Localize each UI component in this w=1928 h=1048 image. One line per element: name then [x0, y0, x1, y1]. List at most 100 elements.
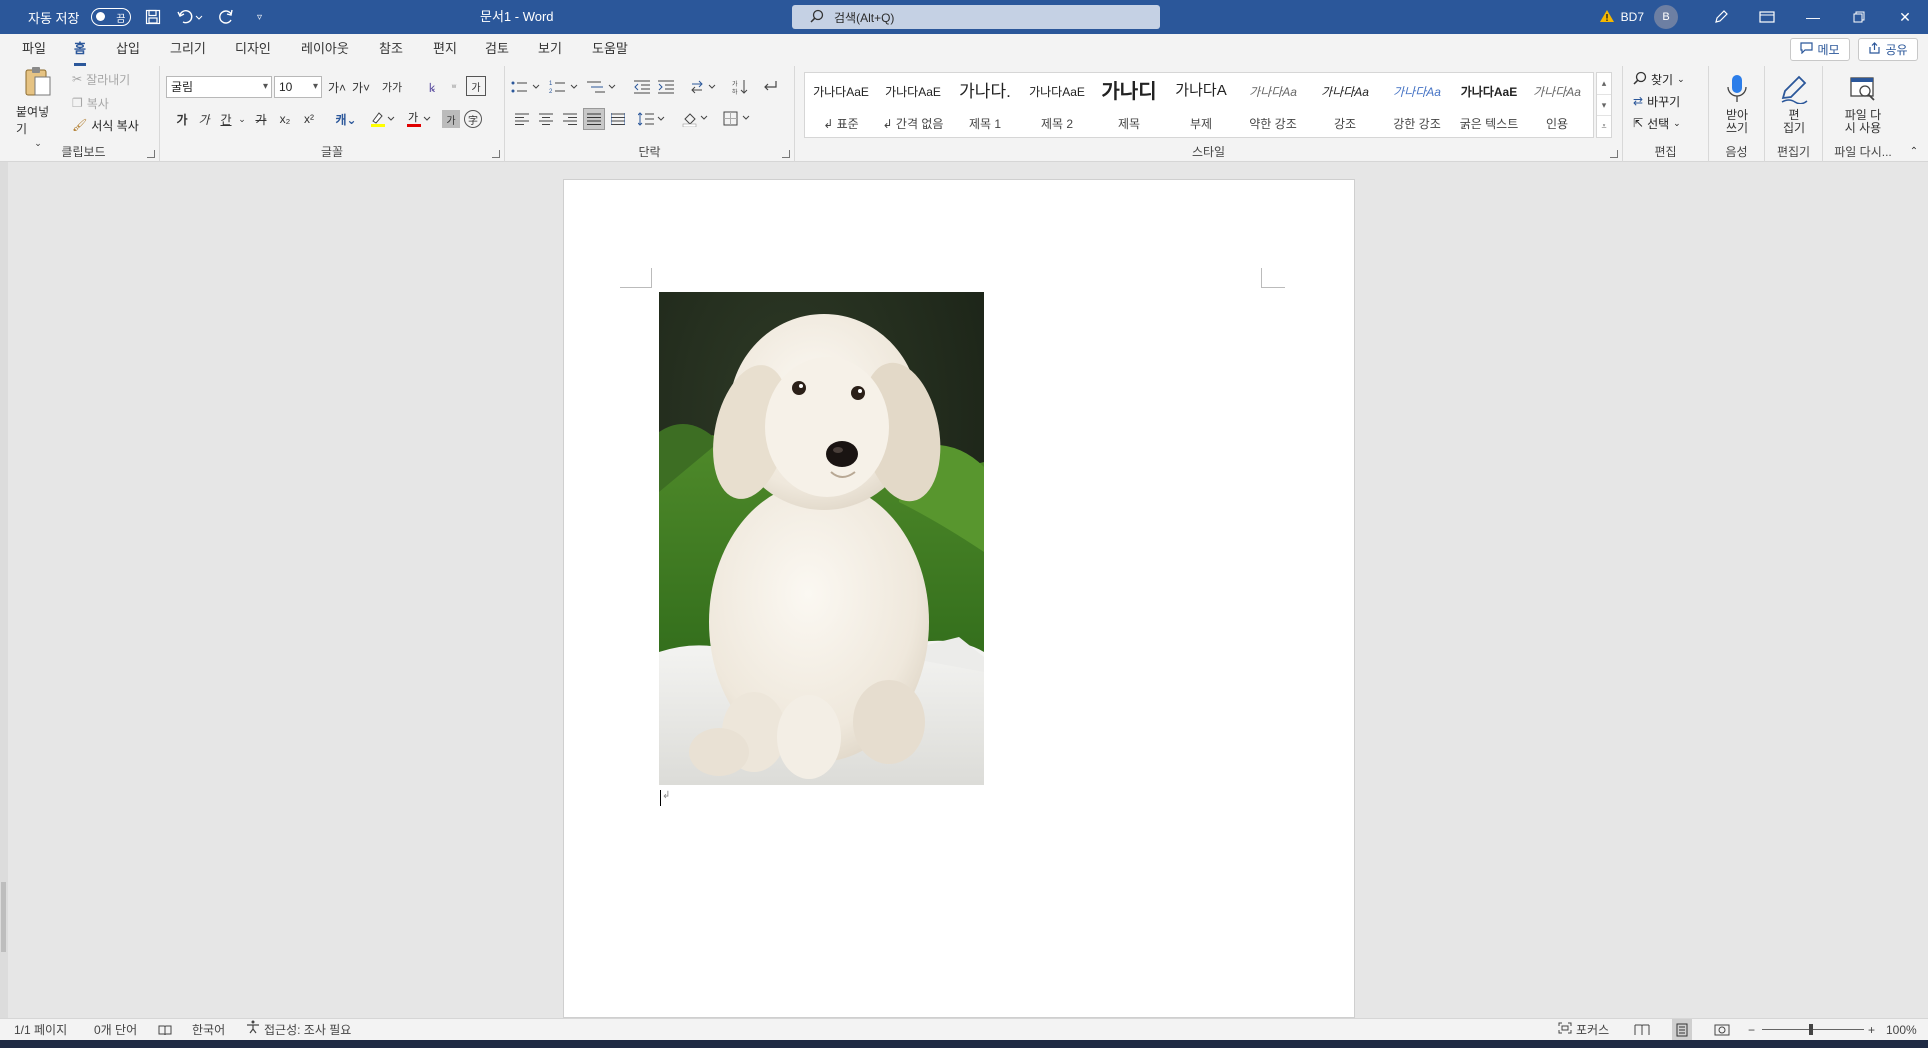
scroll-up-icon[interactable]: ▴ [1597, 73, 1611, 95]
bullets-icon[interactable] [509, 76, 543, 98]
multilevel-list-icon[interactable] [585, 76, 619, 98]
left-scroll-strip[interactable] [0, 162, 8, 1018]
style-strong[interactable]: 가나다AaE 굵은 텍스트 [1453, 73, 1525, 137]
zoom-level[interactable]: 100% [1886, 1019, 1917, 1041]
dictate-button[interactable]: 받아 쓰기 [1713, 68, 1761, 140]
tab-references[interactable]: 참조 [379, 34, 403, 66]
numbering-icon[interactable]: 12 [547, 76, 581, 98]
style-heading-2[interactable]: 가나다AaE 제목 2 [1021, 73, 1093, 137]
redo-icon[interactable] [217, 7, 237, 27]
find-button[interactable]: 찾기 ⌄ [1633, 68, 1685, 90]
align-center-icon[interactable] [535, 108, 557, 130]
font-color-icon[interactable]: 가 [404, 108, 432, 130]
show-hide-marks-icon[interactable] [759, 76, 781, 98]
underline-button[interactable]: 간 [216, 108, 236, 130]
italic-button[interactable]: 가 [194, 108, 214, 130]
style-intense-emphasis[interactable]: 가나다Aa 강한 강조 [1381, 73, 1453, 137]
scroll-down-icon[interactable]: ▾ [1597, 95, 1611, 117]
autosave-toggle[interactable]: 끔 [91, 8, 132, 26]
subscript-button[interactable]: x₂ [274, 108, 296, 130]
minimize-icon[interactable]: — [1790, 0, 1836, 34]
editor-button[interactable]: 편 집기 [1769, 68, 1819, 140]
zoom-in-icon[interactable]: + [1868, 1019, 1875, 1041]
accessibility-status[interactable]: 접근성: 조사 필요 [246, 1019, 351, 1041]
superscript-button[interactable]: x² [298, 108, 320, 130]
tab-layout[interactable]: 레이아웃 [301, 34, 349, 66]
select-button[interactable]: ⇱ 선택 ⌄ [1633, 112, 1681, 134]
tab-help[interactable]: 도움말 [592, 34, 628, 66]
focus-button[interactable]: 포커스 [1558, 1019, 1609, 1041]
phonetic-guide-icon[interactable]: ʷ [444, 76, 464, 98]
decrease-indent-icon[interactable] [631, 76, 653, 98]
customize-qat-icon[interactable]: ▿ [249, 7, 269, 27]
zoom-out-icon[interactable]: − [1748, 1019, 1755, 1041]
style-title[interactable]: 가나디 제목 [1093, 73, 1165, 137]
character-border-icon[interactable]: 가 [466, 76, 486, 96]
reuse-files-button[interactable]: 파일 다 시 사용 [1829, 68, 1897, 140]
collapse-ribbon-icon[interactable]: ⌃ [1906, 144, 1922, 158]
borders-icon[interactable] [721, 108, 755, 130]
style-no-spacing[interactable]: 가나다AaE ↲ 간격 없음 [877, 73, 949, 137]
undo-icon[interactable] [175, 7, 205, 27]
save-icon[interactable] [143, 7, 163, 27]
paragraph-launcher-icon[interactable] [782, 150, 790, 158]
restore-icon[interactable] [1836, 0, 1882, 34]
text-direction-icon[interactable] [689, 76, 719, 98]
puppy-image[interactable] [659, 292, 984, 785]
format-painter-button[interactable]: 🖌 서식 복사 [72, 114, 139, 136]
tab-draw[interactable]: 그리기 [170, 34, 206, 66]
strikethrough-button[interactable]: 가 [250, 108, 272, 130]
style-subtitle[interactable]: 가나다A 부제 [1165, 73, 1237, 137]
word-count[interactable]: 0개 단어 [94, 1019, 137, 1041]
sort-icon[interactable]: 가하 [729, 76, 751, 98]
zoom-slider-thumb[interactable] [1809, 1024, 1813, 1035]
read-mode-icon[interactable] [1634, 1019, 1650, 1041]
copy-button[interactable]: ❐ 복사 [72, 92, 109, 114]
shrink-font-button[interactable]: 가˅ [350, 76, 372, 98]
zoom-slider-track[interactable] [1762, 1029, 1864, 1030]
clipboard-launcher-icon[interactable] [147, 150, 155, 158]
style-normal[interactable]: 가나다AaE ↲ 표준 [805, 73, 877, 137]
style-subtle-emphasis[interactable]: 가나다Aa 약한 강조 [1237, 73, 1309, 137]
font-size-select[interactable]: 10 [274, 76, 322, 98]
gallery-more-icon[interactable]: ⩡ [1597, 116, 1611, 137]
change-case-button[interactable]: 가가 [376, 76, 408, 98]
share-button[interactable]: 공유 [1858, 38, 1918, 61]
font-name-select[interactable]: 굴림 [166, 76, 272, 98]
print-layout-icon[interactable] [1672, 1019, 1692, 1041]
text-effects-icon[interactable]: 캐⌄ [332, 108, 360, 130]
paste-button[interactable]: 붙여넣기 ⌄ [16, 66, 60, 147]
tab-insert[interactable]: 삽입 [116, 34, 140, 66]
clear-formatting-icon[interactable]: ꝃ [422, 76, 442, 98]
account-warning[interactable]: BD7 [1599, 9, 1644, 26]
style-quote[interactable]: 가나다Aa 인용 [1521, 73, 1593, 137]
align-right-icon[interactable] [559, 108, 581, 130]
font-launcher-icon[interactable] [492, 150, 500, 158]
justify-icon[interactable] [583, 108, 605, 130]
style-heading-1[interactable]: 가나다. 제목 1 [949, 73, 1021, 137]
line-spacing-icon[interactable] [637, 108, 667, 130]
search-box[interactable]: 검색(Alt+Q) [792, 5, 1160, 29]
tab-design[interactable]: 디자인 [235, 34, 271, 66]
tab-view[interactable]: 보기 [538, 34, 562, 66]
enclose-characters-icon[interactable]: 字 [464, 110, 482, 128]
tab-file[interactable]: 파일 [22, 34, 46, 66]
tab-mailings[interactable]: 편지 [433, 34, 457, 66]
styles-launcher-icon[interactable] [1610, 150, 1618, 158]
character-shading-icon[interactable]: 가 [442, 110, 460, 128]
proofing-icon[interactable] [158, 1019, 172, 1041]
web-layout-icon[interactable] [1714, 1019, 1730, 1041]
language-status[interactable]: 한국어 [192, 1019, 225, 1041]
style-emphasis[interactable]: 가나다Aa 강조 [1309, 73, 1381, 137]
tab-review[interactable]: 검토 [485, 34, 509, 66]
pen-icon[interactable] [1698, 0, 1744, 34]
replace-button[interactable]: ⇄ 바꾸기 [1633, 90, 1680, 112]
comments-button[interactable]: 메모 [1790, 38, 1850, 61]
bold-button[interactable]: 가 [172, 108, 192, 130]
tab-home[interactable]: 홈 [74, 34, 86, 66]
distributed-icon[interactable] [607, 108, 629, 130]
increase-indent-icon[interactable] [655, 76, 677, 98]
align-left-icon[interactable] [511, 108, 533, 130]
document-page[interactable]: ↲ [563, 179, 1355, 1018]
avatar[interactable]: B [1654, 5, 1678, 29]
